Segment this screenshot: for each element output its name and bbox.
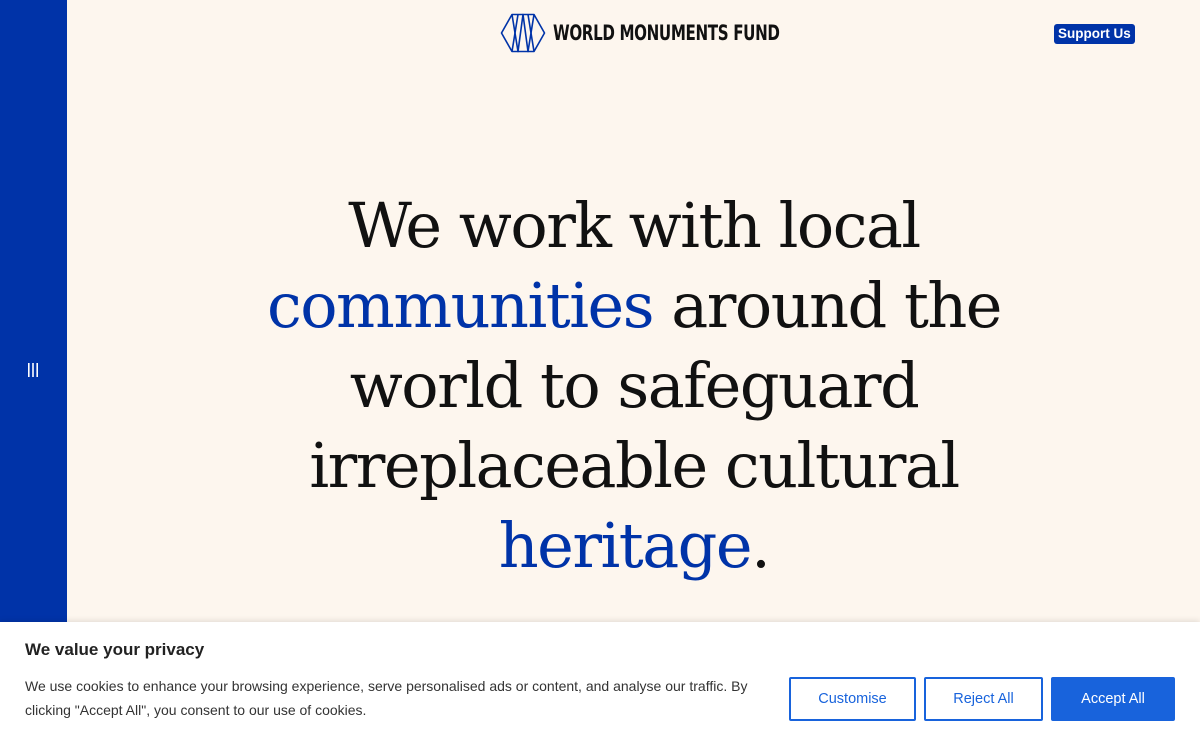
logo-text: WORLD MONUMENTS FUND <box>553 21 780 45</box>
wmf-logo-icon <box>500 13 546 53</box>
cookie-banner-title: We value your privacy <box>25 640 205 659</box>
hero-line-4: irreplaceable cultural <box>309 429 960 502</box>
page: WORLD MONUMENTS FUND Support Us We work … <box>0 0 1200 740</box>
hero-line-2: communities around the <box>230 266 1038 346</box>
hero-accent-heritage: heritage <box>498 509 753 582</box>
accept-all-button[interactable]: Accept All <box>1051 677 1175 721</box>
cookie-banner-text: We use cookies to enhance your browsing … <box>25 678 748 718</box>
hero-statement: We work with local communities around th… <box>230 186 1038 586</box>
hero-line-5-rest: . <box>751 509 771 582</box>
site-logo[interactable]: WORLD MONUMENTS FUND <box>500 12 868 54</box>
hero-accent-communities: communities <box>266 269 655 342</box>
hero-line-2-rest: around the <box>653 269 1002 342</box>
menu-bars-icon <box>27 363 39 377</box>
hero-line-3: world to safeguard <box>349 349 920 422</box>
reject-all-button[interactable]: Reject All <box>924 677 1043 721</box>
cookie-consent-banner: We value your privacy We use cookies to … <box>0 622 1200 740</box>
hero-line-5: heritage. <box>230 506 1038 586</box>
hero-line-1: We work with local <box>348 189 921 262</box>
menu-toggle-button[interactable] <box>22 358 44 382</box>
support-us-button[interactable]: Support Us <box>1054 24 1135 44</box>
customise-button[interactable]: Customise <box>789 677 916 721</box>
